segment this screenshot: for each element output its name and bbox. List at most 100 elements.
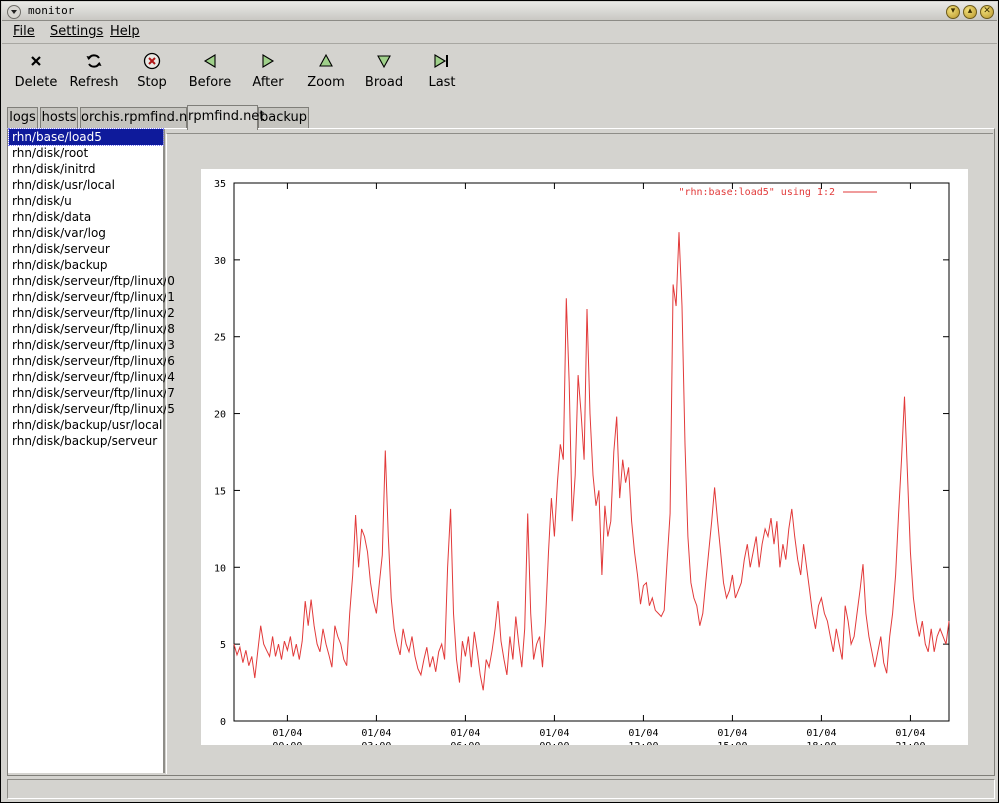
- list-item[interactable]: rhn/disk/serveur/ftp/linux/2: [9, 305, 175, 321]
- stop-label: Stop: [137, 75, 167, 90]
- window-title: monitor: [28, 4, 75, 17]
- window-menu-icon[interactable]: [7, 5, 21, 19]
- stop-icon: [123, 51, 181, 71]
- y-tick-label: 20: [214, 410, 226, 421]
- delete-icon: [7, 51, 65, 71]
- arrow-up-icon: [297, 51, 355, 71]
- list-item[interactable]: rhn/disk/serveur/ftp/linux/8: [9, 321, 175, 337]
- y-tick-label: 15: [214, 486, 226, 497]
- tab-rpmfind[interactable]: rpmfind.net: [187, 105, 264, 130]
- x-tick-label-date: 01/04: [272, 728, 302, 739]
- x-tick-label-date: 01/04: [717, 728, 747, 739]
- list-item[interactable]: rhn/disk/serveur/ftp/linux/0: [9, 273, 175, 289]
- app-window: monitor ▾ ▴ ✕ File Settings Help Delete …: [0, 0, 999, 803]
- minimize-icon: ▾: [950, 6, 956, 16]
- x-tick-label-time: 09:00: [539, 741, 569, 745]
- y-tick-label: 0: [220, 717, 226, 728]
- x-tick-label-date: 01/04: [806, 728, 836, 739]
- stop-button[interactable]: Stop: [123, 51, 181, 97]
- list-item[interactable]: rhn/disk/data: [9, 209, 163, 225]
- refresh-button[interactable]: Refresh: [65, 51, 123, 97]
- x-tick-label-date: 01/04: [450, 728, 480, 739]
- list-item[interactable]: rhn/disk/backup/usr/local: [9, 417, 163, 433]
- list-item[interactable]: rhn/disk/var/log: [9, 225, 163, 241]
- y-tick-label: 35: [214, 179, 226, 190]
- last-label: Last: [428, 75, 456, 90]
- y-tick-label: 30: [214, 256, 226, 267]
- list-item[interactable]: rhn/base/load5: [8, 128, 164, 146]
- broad-label: Broad: [364, 75, 404, 90]
- tab-logs-label: logs: [9, 110, 36, 125]
- tab-orchis-rpmfind-label: orchis.rpmfind.net: [81, 110, 201, 125]
- x-tick-label-time: 06:00: [450, 741, 480, 745]
- graph-view: 0 5 10 15 20 25 30 35 01/04 00:00 01/04 03:00 01/04 0…: [166, 133, 993, 774]
- list-item[interactable]: rhn/disk/root: [9, 145, 163, 161]
- refresh-label: Refresh: [69, 75, 119, 90]
- menu-settings-label: Settings: [50, 24, 104, 39]
- list-item[interactable]: rhn/disk/serveur/ftp/linux/4: [9, 369, 175, 385]
- list-item[interactable]: rhn/disk/serveur/ftp/linux/1: [9, 289, 175, 305]
- x-tick-label-time: 15:00: [717, 741, 747, 745]
- list-item[interactable]: rhn/disk/initrd: [9, 161, 163, 177]
- before-label: Before: [188, 75, 232, 90]
- minimize-button[interactable]: ▾: [946, 5, 960, 19]
- menu-file[interactable]: File: [13, 24, 35, 39]
- refresh-icon: [65, 51, 123, 71]
- broad-button[interactable]: Broad: [355, 51, 413, 97]
- delete-button[interactable]: Delete: [7, 51, 65, 97]
- list-item[interactable]: rhn/disk/serveur: [9, 241, 163, 257]
- close-button[interactable]: ✕: [980, 5, 994, 19]
- after-button[interactable]: After: [239, 51, 297, 97]
- maximize-icon: ▴: [967, 6, 973, 16]
- metric-list[interactable]: rhn/base/load5 rhn/disk/root rhn/disk/init…: [8, 128, 175, 773]
- x-tick-label-time: 18:00: [806, 741, 836, 745]
- last-button[interactable]: Last: [413, 51, 471, 97]
- skip-to-end-icon: [413, 51, 471, 71]
- tab-backup-label: backup: [260, 110, 307, 125]
- list-item[interactable]: rhn/disk/serveur/ftp/linux/7: [9, 385, 175, 401]
- delete-label: Delete: [14, 75, 58, 90]
- y-tick-label: 25: [214, 333, 226, 344]
- title-bar[interactable]: monitor ▾ ▴ ✕: [2, 2, 997, 21]
- list-item[interactable]: rhn/disk/u: [9, 193, 163, 209]
- menu-help-label: Help: [110, 24, 140, 39]
- zoom-button[interactable]: Zoom: [297, 51, 355, 97]
- list-item[interactable]: rhn/disk/usr/local: [9, 177, 163, 193]
- arrow-right-icon: [239, 51, 297, 71]
- y-tick-label: 5: [220, 640, 226, 651]
- x-tick-label-date: 01/04: [539, 728, 569, 739]
- tab-hosts[interactable]: hosts: [40, 107, 78, 128]
- arrow-left-icon: [181, 51, 239, 71]
- list-item[interactable]: rhn/disk/serveur/ftp/linux/6: [9, 353, 175, 369]
- menu-bar: File Settings Help: [2, 21, 997, 44]
- menu-file-label: File: [13, 24, 35, 39]
- tab-hosts-label: hosts: [41, 110, 77, 125]
- menu-settings[interactable]: Settings: [50, 24, 103, 39]
- tab-rpmfind-label: rpmfind.net: [188, 109, 265, 124]
- close-icon: ✕: [983, 6, 991, 16]
- arrow-down-icon: [355, 51, 413, 71]
- tab-panel: rhn/base/load5 rhn/disk/root rhn/disk/init…: [7, 128, 995, 776]
- after-label: After: [252, 75, 284, 90]
- host-tabs: logs hosts orchis.rpmfind.net rpmfind.ne…: [7, 105, 997, 130]
- legend-label: "rhn:base:load5" using 1:2: [678, 187, 835, 198]
- menu-help[interactable]: Help: [110, 24, 140, 39]
- tab-logs[interactable]: logs: [7, 107, 38, 128]
- before-button[interactable]: Before: [181, 51, 239, 97]
- toolbar: Delete Refresh Stop Before After Zoom Br…: [2, 45, 997, 101]
- x-tick-label-date: 01/04: [628, 728, 658, 739]
- x-tick-label-time: 00:00: [272, 741, 302, 745]
- list-item[interactable]: rhn/disk/serveur/ftp/linux/5: [9, 401, 175, 417]
- tab-backup[interactable]: backup: [258, 107, 309, 128]
- list-item[interactable]: rhn/disk/backup/serveur: [9, 433, 163, 449]
- x-tick-label-date: 01/04: [361, 728, 391, 739]
- tab-orchis-rpmfind[interactable]: orchis.rpmfind.net: [80, 107, 200, 128]
- graph-image: 0 5 10 15 20 25 30 35 01/04 00:00 01/04 03:00 01/04 0…: [201, 169, 968, 752]
- maximize-button[interactable]: ▴: [963, 5, 977, 19]
- y-tick-label: 10: [214, 563, 226, 574]
- list-item[interactable]: rhn/disk/backup: [9, 257, 163, 273]
- list-item[interactable]: rhn/disk/serveur/ftp/linux/3: [9, 337, 175, 353]
- x-tick-label-date: 01/04: [895, 728, 925, 739]
- load-chart: 0 5 10 15 20 25 30 35 01/04 00:00 01/04 03:00 01/04 0…: [214, 179, 950, 752]
- zoom-label: Zoom: [307, 75, 345, 90]
